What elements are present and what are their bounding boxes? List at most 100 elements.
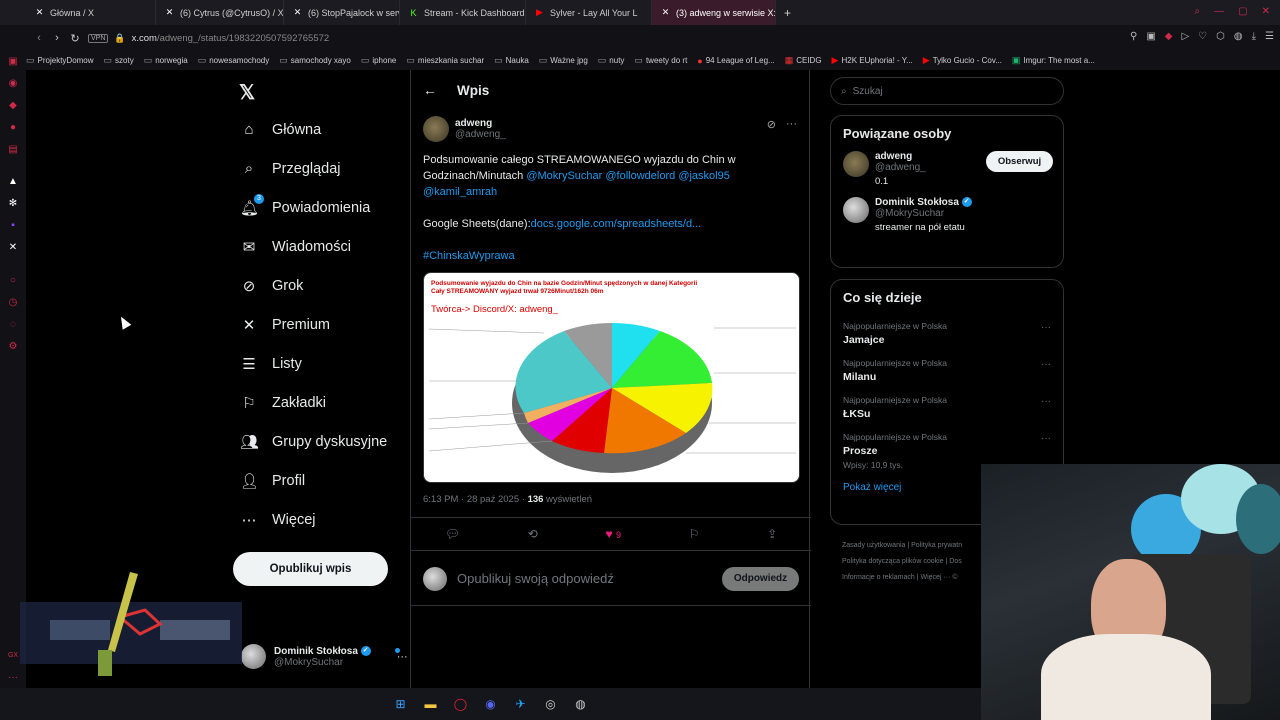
grok-icon[interactable]: ⊘ — [767, 118, 776, 131]
user-icon[interactable]: ◍ — [1234, 31, 1243, 42]
footer-link[interactable]: Dos — [949, 558, 961, 565]
more-icon[interactable]: ··· — [786, 118, 797, 131]
play-icon[interactable]: ▷ — [1181, 31, 1189, 42]
post-author[interactable]: adweng @adweng_ — [423, 116, 506, 142]
settings-icon[interactable]: ⚙ — [7, 341, 19, 353]
bookmark-folder[interactable]: ▭ Ważne jpg — [539, 55, 588, 66]
like-button[interactable]: ♥ 9 — [605, 527, 620, 541]
sidebar-app-icon[interactable]: ◉ — [7, 78, 19, 90]
post-button[interactable]: Opublikuj wpis — [233, 552, 388, 586]
extension-icon[interactable]: ◆ — [1165, 31, 1173, 42]
footer-link[interactable]: Więcej ··· — [920, 574, 950, 581]
bookmark-folder[interactable]: ▭ tweety do rt — [634, 55, 687, 66]
camera-icon[interactable]: ▣ — [1146, 31, 1155, 42]
sidebar-app-icon[interactable]: ◌ — [7, 319, 19, 331]
sidebar-app-icon[interactable]: GX — [7, 650, 19, 662]
more-icon[interactable]: ··· — [1041, 359, 1051, 370]
bookmark-icon[interactable]: ⚐ — [689, 527, 700, 541]
browser-tab-active[interactable]: ✕ (3) adweng w serwisie X: — [652, 0, 776, 25]
more-icon[interactable]: ··· — [1041, 322, 1051, 333]
search-input[interactable]: ⌕ Szukaj — [830, 77, 1064, 105]
heart-icon[interactable]: ♡ — [1198, 31, 1207, 42]
bookmark-folder[interactable]: ▭ mieszkania suchar — [406, 55, 484, 66]
nav-item-grok[interactable]: ⊘ Grok — [240, 277, 304, 295]
bookmark-link[interactable]: ▶ Tylko Gucio - Cov... — [923, 55, 1002, 66]
steam-icon[interactable]: ◎ — [541, 694, 561, 714]
browser-tab[interactable]: ✕ (6) StopPajalock w serwi — [284, 0, 400, 25]
reply-button[interactable]: Odpowiedz — [722, 566, 799, 591]
reply-icon[interactable]: 💬︎ — [445, 527, 460, 541]
bookmark-link[interactable]: ▦ CEIDG — [785, 55, 822, 66]
bookmark-folder[interactable]: ▭ norwegia — [144, 55, 188, 66]
sidebar-app-icon[interactable]: ○ — [7, 275, 19, 287]
browser-tab[interactable]: K Stream - Kick Dashboard — [400, 0, 526, 25]
x-icon[interactable]: ✕ — [7, 242, 19, 254]
footer-link[interactable]: Polityka dotycząca plików cookie — [842, 558, 944, 565]
bookmark-folder[interactable]: ▭ samochody xayo — [279, 55, 351, 66]
back-icon[interactable]: ‹ — [30, 32, 48, 44]
bookmark-folder[interactable]: ▭ iphone — [361, 55, 397, 66]
share-icon[interactable]: ⇪ — [767, 527, 777, 541]
post-image[interactable]: Podsumowanie wyjazdu do Chin na bazie Go… — [423, 272, 800, 483]
bookmark-folder[interactable]: ▭ Nauka — [494, 55, 529, 66]
vpn-badge[interactable]: VPN — [88, 33, 109, 43]
related-person[interactable]: adweng @adweng_ 0.1 Obserwuj — [831, 151, 1063, 187]
related-person[interactable]: Dominik Stokłosa ✓ @MokrySuchar streamer… — [831, 197, 1063, 233]
messenger-icon[interactable]: ✈ — [511, 694, 531, 714]
sheets-link[interactable]: docs.google.com/spreadsheets/d... — [531, 218, 702, 230]
back-arrow-icon[interactable]: ← — [423, 82, 437, 98]
nav-item-lists[interactable]: ☰ Listy — [240, 355, 302, 373]
discord-icon[interactable]: ◉ — [481, 694, 501, 714]
mention-link[interactable]: @kamil_amrah — [423, 186, 497, 198]
reply-input[interactable]: Opublikuj swoją odpowiedź — [457, 571, 722, 586]
more-icon[interactable]: ··· — [1041, 433, 1051, 444]
mention-link[interactable]: @jaskol95 — [678, 170, 730, 182]
more-icon[interactable]: ··· — [7, 672, 19, 684]
reload-icon[interactable]: ↻ — [66, 32, 84, 45]
bookmark-link[interactable]: ▶ H2K EUphoria! - Y... — [832, 55, 913, 66]
nav-item-premium[interactable]: ✕ Premium — [240, 316, 330, 334]
twitch-icon[interactable]: ▪ — [7, 220, 19, 232]
sidebar-app-icon[interactable]: ▤ — [7, 144, 19, 156]
sidebar-app-icon[interactable]: ▣ — [7, 56, 19, 68]
sidebar-app-icon[interactable]: ● — [7, 122, 19, 134]
clock-icon[interactable]: ◷ — [7, 297, 19, 309]
bookmark-folder[interactable]: ▭ nuty — [598, 55, 625, 66]
close-icon[interactable]: ✕ — [1262, 6, 1270, 17]
nav-item-explore[interactable]: ⌕ Przeglądaj — [240, 160, 341, 177]
nav-item-communities[interactable]: 👥︎ Grupy dyskusyjne — [240, 433, 387, 451]
file-explorer-icon[interactable]: ▬ — [421, 694, 441, 714]
nav-item-notifications[interactable]: 🔔︎ 3 Powiadomienia — [240, 194, 370, 217]
nav-item-more[interactable]: ⋯ Więcej — [240, 511, 316, 529]
chatgpt-icon[interactable]: ✻ — [7, 198, 19, 210]
footer-link[interactable]: Zasady użytkowania — [842, 542, 905, 549]
footer-link[interactable]: Polityka prywatn — [911, 542, 962, 549]
trend-item[interactable]: Najpopularniejsze w Polska Jamajce ··· — [831, 315, 1063, 352]
hashtag-link[interactable]: #ChinskaWyprawa — [423, 250, 515, 262]
search-icon[interactable]: ⌕ — [1195, 6, 1201, 17]
minimize-icon[interactable]: — — [1214, 6, 1224, 17]
nav-item-bookmarks[interactable]: ⚐ Zakładki — [240, 394, 326, 412]
opera-gx-icon[interactable]: ◯ — [451, 694, 471, 714]
trend-item[interactable]: Najpopularniejsze w Polska Milanu ··· — [831, 352, 1063, 389]
bookmark-folder[interactable]: ▭ szoty — [104, 55, 134, 66]
retweet-icon[interactable]: ⟲ — [528, 527, 538, 541]
mention-link[interactable]: @followdelord — [605, 170, 675, 182]
bookmark-link[interactable]: ● 94 League of Leg... — [697, 56, 774, 66]
extension-icon[interactable]: ⬡ — [1216, 31, 1225, 42]
more-icon[interactable]: ··· — [1041, 396, 1051, 407]
maximize-icon[interactable]: ▢ — [1238, 6, 1247, 17]
x-logo-icon[interactable]: 𝕏 — [239, 80, 255, 105]
footer-link[interactable]: Informacje o reklamach — [842, 574, 915, 581]
sidebar-app-icon[interactable]: ◆ — [7, 100, 19, 112]
forward-icon[interactable]: › — [48, 32, 66, 44]
account-switcher[interactable]: Dominik Stokłosa ✓ @MokrySuchar ··· — [241, 644, 408, 669]
browser-tab[interactable]: ✕ Główna / X — [26, 0, 156, 25]
trend-item[interactable]: Najpopularniejsze w Polska ŁKSu ··· — [831, 389, 1063, 426]
url-field[interactable]: x.com/adweng_/status/1983220507592765572 — [132, 33, 330, 44]
bookmark-folder[interactable]: ▭ nowesamochody — [198, 55, 270, 66]
new-tab-button[interactable]: + — [776, 0, 798, 25]
nav-item-profile[interactable]: 👤︎ Profil — [240, 472, 305, 490]
sidebar-app-icon[interactable]: ▲ — [7, 176, 19, 188]
mention-link[interactable]: @MokrySuchar — [526, 170, 602, 182]
